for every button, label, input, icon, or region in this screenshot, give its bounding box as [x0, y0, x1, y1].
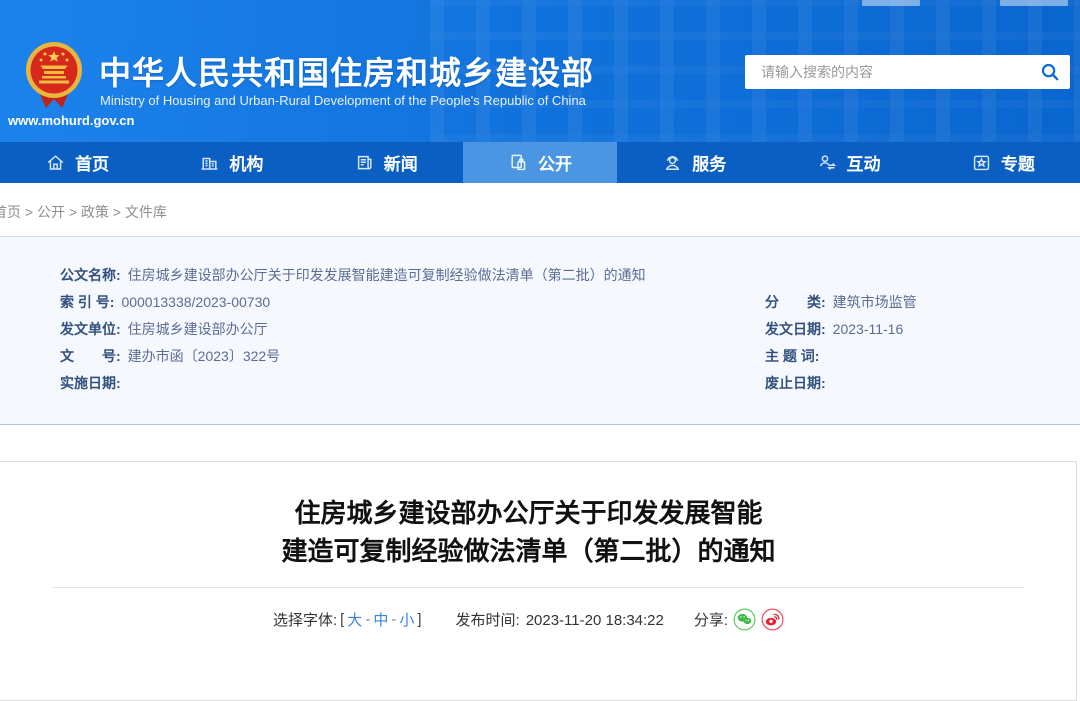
article-title: 住房城乡建设部办公厅关于印发发展智能 建造可复制经验做法清单（第二批）的通知 — [0, 494, 1076, 570]
service-icon — [666, 155, 680, 170]
meta-label: 分 类: — [765, 294, 826, 310]
meta-label: 公文名称: — [60, 267, 121, 283]
meta-row-keywords: 主 题 词: — [765, 346, 826, 366]
share-label: 分享: — [693, 611, 729, 629]
nav-item-topics[interactable]: 专题 — [926, 142, 1080, 183]
organization-icon — [202, 157, 218, 170]
meta-label: 索 引 号: — [60, 294, 115, 310]
search-input[interactable] — [759, 63, 1030, 81]
publish-time: 发布时间: 2023-11-20 18:34:22 — [456, 609, 664, 630]
font-select-label: 选择字体: — [272, 611, 338, 629]
nav-label: 互动 — [846, 155, 881, 174]
font-size-selector: 选择字体: [ 大 - 中 - 小 ] — [273, 609, 422, 630]
national-emblem-logo — [26, 42, 82, 108]
main-nav: 首页 机构 新闻 公开 服务 互动 专题 — [0, 142, 1080, 183]
meta-label: 主 题 词: — [765, 348, 820, 364]
meta-label: 实施日期: — [60, 375, 121, 391]
nav-item-organization[interactable]: 机构 — [154, 142, 308, 183]
meta-row-implementation-date: 实施日期: — [60, 373, 128, 393]
nav-label: 服务 — [692, 155, 727, 174]
breadcrumb[interactable]: 首页 > 公开 > 政策 > 文件库 — [0, 202, 167, 222]
nav-item-service[interactable]: 服务 — [617, 142, 771, 183]
meta-value: 住房城乡建设部办公厅关于印发发展智能建造可复制经验做法清单（第二批）的通知 — [127, 267, 646, 283]
article-title-line1: 住房城乡建设部办公厅关于印发发展智能 — [294, 498, 763, 528]
article-title-line2: 建造可复制经验做法清单（第二批）的通知 — [281, 536, 776, 566]
meta-value: 建筑市场监管 — [832, 294, 917, 310]
separator: - — [391, 610, 397, 628]
font-size-large[interactable]: 大 — [347, 609, 362, 630]
meta-row-category: 分 类: 建筑市场监管 — [765, 292, 917, 312]
publish-time-label: 发布时间: — [455, 611, 520, 629]
nav-label: 首页 — [75, 155, 110, 174]
meta-row-doc-number: 文 号: 建办市函〔2023〕322号 — [60, 346, 280, 366]
bracket-open: [ — [340, 610, 345, 628]
nav-item-news[interactable]: 新闻 — [309, 142, 463, 183]
breadcrumb-strip: 首页 > 公开 > 政策 > 文件库 — [0, 183, 1080, 236]
bracket-close: ] — [417, 610, 422, 628]
interaction-icon — [819, 155, 836, 170]
site-url: www.mohurd.gov.cn — [8, 113, 135, 128]
search-box — [745, 55, 1070, 89]
article-panel: 住房城乡建设部办公厅关于印发发展智能 建造可复制经验做法清单（第二批）的通知 选… — [0, 461, 1077, 701]
meta-value: 2023-11-16 — [832, 321, 904, 337]
site-title: 中华人民共和国住房和城乡建设部 — [99, 55, 595, 91]
nav-item-interaction[interactable]: 互动 — [771, 142, 925, 183]
document-meta-panel: 公文名称: 住房城乡建设部办公厅关于印发发展智能建造可复制经验做法清单（第二批）的… — [0, 236, 1080, 425]
meta-label: 文 号: — [60, 348, 121, 364]
meta-label: 发文单位: — [60, 321, 121, 337]
article-divider — [53, 587, 1025, 588]
nav-item-home[interactable]: 首页 — [0, 142, 154, 183]
top-links-fragment — [862, 0, 920, 6]
font-size-medium[interactable]: 中 — [373, 609, 388, 630]
home-icon — [47, 155, 64, 170]
meta-value: 住房城乡建设部办公厅 — [127, 321, 268, 337]
meta-value: 建办市函〔2023〕322号 — [127, 348, 281, 364]
meta-value: 000013338/2023-00730 — [121, 294, 271, 310]
meta-label: 废止日期: — [765, 375, 826, 391]
meta-row-issue-date: 发文日期: 2023-11-16 — [765, 319, 903, 339]
nav-label: 新闻 — [383, 155, 418, 174]
meta-label: 发文日期: — [765, 321, 826, 337]
wechat-icon[interactable] — [733, 608, 756, 631]
font-size-small[interactable]: 小 — [399, 609, 414, 630]
topics-icon — [973, 155, 989, 171]
search-icon[interactable] — [1030, 55, 1070, 89]
share-group: 分享: — [694, 608, 784, 631]
news-icon — [357, 155, 372, 170]
nav-label: 专题 — [1000, 155, 1035, 174]
meta-row-index-number: 索 引 号: 000013338/2023-00730 — [60, 292, 270, 312]
meta-row-repeal-date: 废止日期: — [765, 373, 833, 393]
top-links-fragment — [1000, 0, 1068, 6]
publish-time-value: 2023-11-20 18:34:22 — [525, 611, 664, 629]
nav-item-disclosure[interactable]: 公开 — [462, 142, 618, 183]
meta-row-issuing-unit: 发文单位: 住房城乡建设部办公厅 — [60, 319, 268, 339]
nav-label: 公开 — [537, 155, 572, 174]
weibo-icon[interactable] — [761, 608, 784, 631]
site-header: www.mohurd.gov.cn 中华人民共和国住房和城乡建设部 Minist… — [0, 0, 1080, 142]
site-subtitle-en: Ministry of Housing and Urban-Rural Deve… — [100, 93, 586, 108]
nav-label: 机构 — [229, 155, 264, 174]
separator: - — [365, 610, 371, 628]
article-meta-row: 选择字体: [ 大 - 中 - 小 ] 发布时间: 2023-11-20 18:3… — [0, 602, 1076, 636]
meta-row-doc-name: 公文名称: 住房城乡建设部办公厅关于印发发展智能建造可复制经验做法清单（第二批）的… — [60, 265, 646, 285]
disclosure-icon — [511, 154, 526, 171]
